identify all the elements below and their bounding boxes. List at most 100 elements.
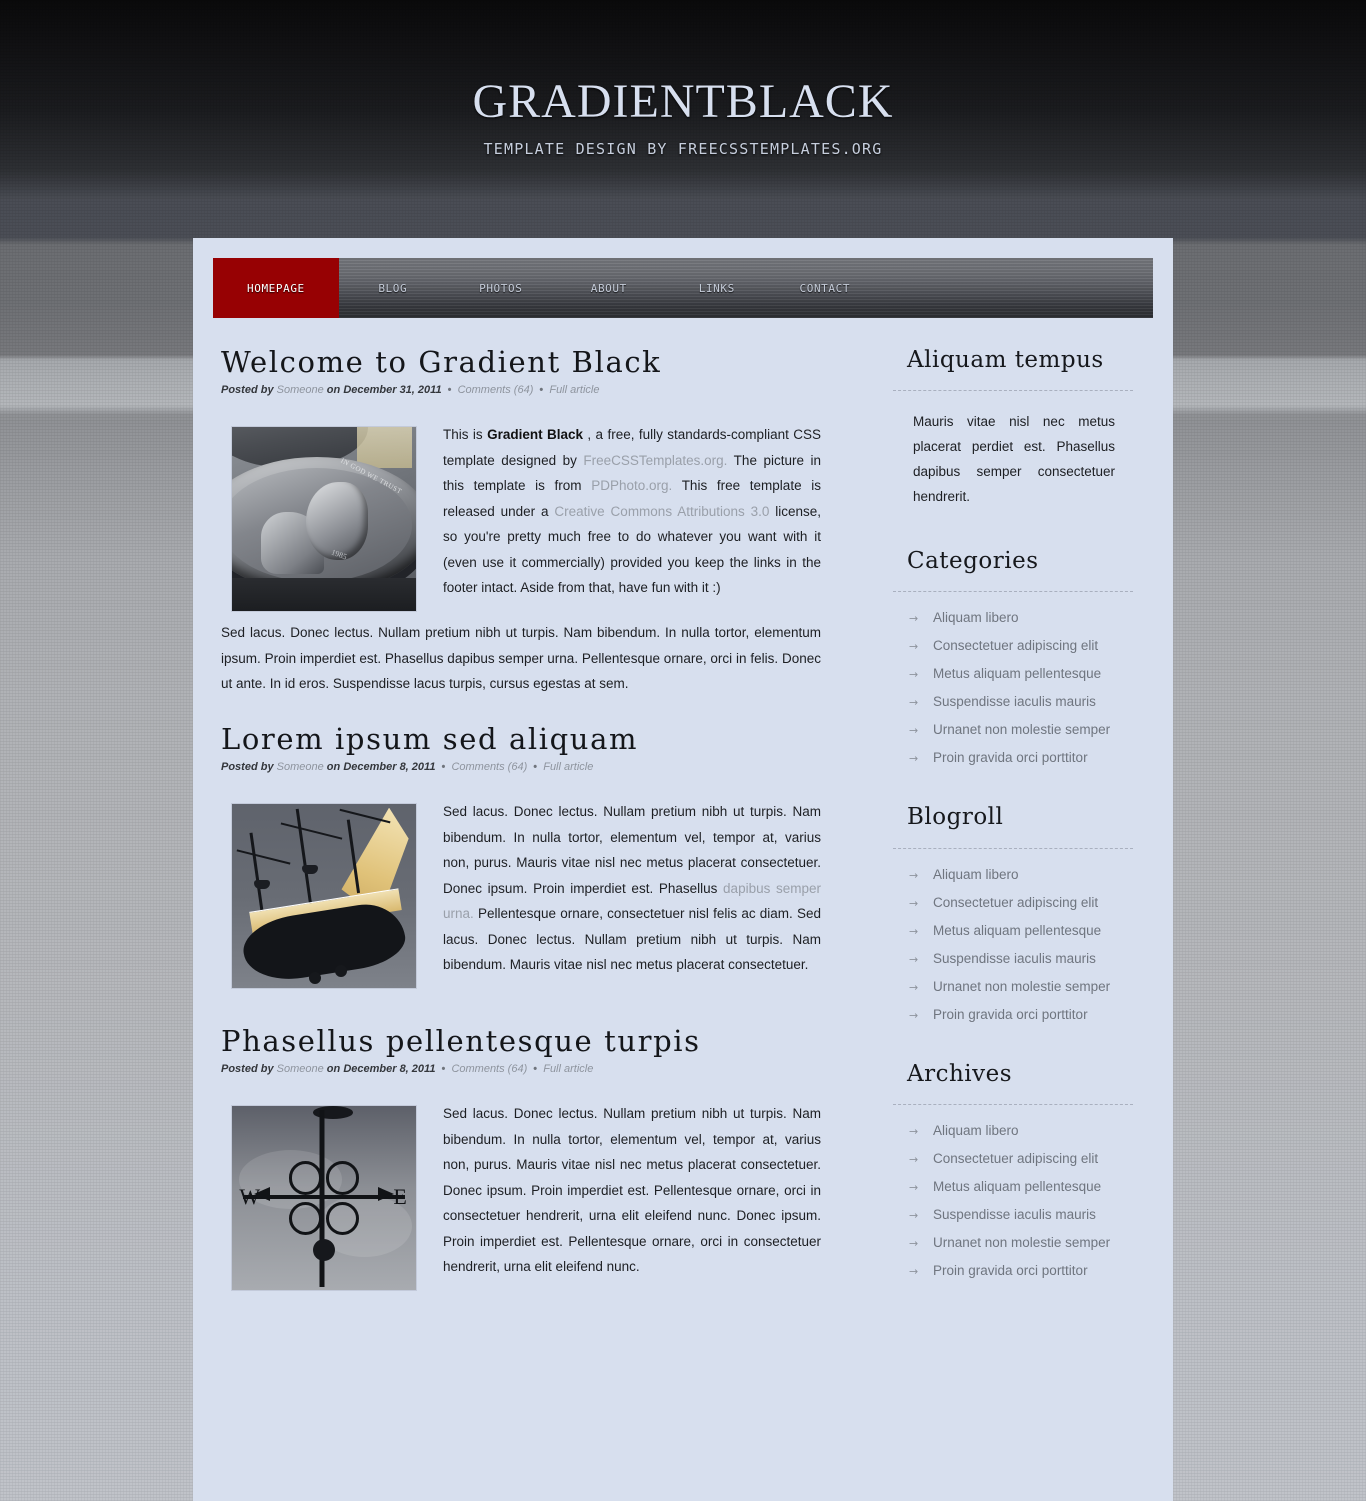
list-item-label[interactable]: Proin gravida orci porttitor bbox=[933, 1007, 1088, 1022]
nav-item-blog[interactable]: BLOG bbox=[339, 258, 447, 318]
arrow-icon: → bbox=[909, 752, 919, 766]
list-item[interactable]: → Suspendisse iaculis mauris bbox=[909, 951, 1133, 966]
list-item[interactable]: → Consectetuer adipiscing elit bbox=[909, 1151, 1133, 1166]
meta-separator: • bbox=[539, 384, 544, 397]
arrow-icon: → bbox=[909, 1008, 919, 1022]
list-item-label[interactable]: Aliquam libero bbox=[933, 610, 1019, 625]
list-item[interactable]: → Urnanet non molestie semper bbox=[909, 1235, 1133, 1250]
arrow-icon: → bbox=[909, 696, 919, 710]
post-author[interactable]: Someone bbox=[277, 761, 324, 773]
post-body: Sed lacus. Donec lectus. Nullam pretium … bbox=[221, 799, 821, 997]
list-item-label[interactable]: Urnanet non molestie semper bbox=[933, 722, 1110, 737]
post-welcome: Welcome to Gradient Black Posted by Some… bbox=[221, 344, 821, 697]
post-lorem-ipsum: Lorem ipsum sed aliquam Posted by Someon… bbox=[221, 721, 821, 997]
arrow-icon: → bbox=[909, 612, 919, 626]
post-paragraph-2: Sed lacus. Donec lectus. Nullam pretium … bbox=[221, 625, 821, 692]
on-label: on bbox=[326, 761, 341, 773]
list-item-label[interactable]: Aliquam libero bbox=[933, 1123, 1019, 1138]
list-item-label[interactable]: Urnanet non molestie semper bbox=[933, 979, 1110, 994]
list-item-label[interactable]: Metus aliquam pellentesque bbox=[933, 666, 1101, 681]
list-item-label[interactable]: Proin gravida orci porttitor bbox=[933, 750, 1088, 765]
meta-separator: • bbox=[441, 1063, 446, 1076]
post-date: December 8, 2011 bbox=[343, 761, 436, 773]
body-text: This is bbox=[443, 427, 488, 443]
arrow-icon: → bbox=[909, 980, 919, 994]
vane-east-label: E bbox=[393, 1183, 407, 1209]
post-full-article-link[interactable]: Full article bbox=[549, 384, 599, 396]
list-item-label[interactable]: Suspendisse iaculis mauris bbox=[933, 694, 1096, 709]
coin-photo: IN GOD WE TRUST 1985 bbox=[231, 426, 417, 613]
arrow-icon: → bbox=[909, 924, 919, 938]
arrow-icon: → bbox=[909, 1152, 919, 1166]
list-item[interactable]: → Proin gravida orci porttitor bbox=[909, 1007, 1133, 1022]
list-item-label[interactable]: Aliquam libero bbox=[933, 867, 1019, 882]
arrow-icon: → bbox=[909, 1264, 919, 1278]
arrow-icon: → bbox=[909, 668, 919, 682]
list-item-label[interactable]: Suspendisse iaculis mauris bbox=[933, 951, 1096, 966]
post-comments-link[interactable]: Comments (64) bbox=[451, 761, 527, 773]
on-label: on bbox=[326, 384, 341, 397]
meta-separator: • bbox=[533, 761, 538, 773]
link-freecsstemplates[interactable]: FreeCSSTemplates.org. bbox=[583, 453, 727, 468]
ship-photo bbox=[231, 803, 417, 989]
list-item[interactable]: → Consectetuer adipiscing elit bbox=[909, 895, 1133, 910]
nav-item-photos[interactable]: PHOTOS bbox=[447, 258, 555, 318]
meta-separator: • bbox=[447, 384, 452, 397]
sidebar-title: Archives bbox=[907, 1060, 1013, 1087]
list-item-label[interactable]: Metus aliquam pellentesque bbox=[933, 923, 1101, 938]
sidebar-list-categories: → Aliquam libero → Consectetuer adipiscing… bbox=[893, 610, 1133, 765]
post-author[interactable]: Someone bbox=[277, 1063, 324, 1075]
site-title: GRADIENTBLACK bbox=[472, 75, 894, 128]
list-item-label[interactable]: Consectetuer adipiscing elit bbox=[933, 638, 1098, 653]
list-item[interactable]: → Proin gravida orci porttitor bbox=[909, 1263, 1133, 1278]
arrow-icon: → bbox=[909, 952, 919, 966]
sidebar: Aliquam tempus Mauris vitae nisl nec met… bbox=[833, 344, 1133, 1314]
list-item[interactable]: → Consectetuer adipiscing elit bbox=[909, 638, 1133, 653]
link-pdphoto[interactable]: PDPhoto.org. bbox=[591, 478, 672, 493]
list-item[interactable]: → Proin gravida orci porttitor bbox=[909, 750, 1133, 765]
post-meta: Posted by Someone on December 8, 2011 • … bbox=[221, 761, 821, 773]
list-item-label[interactable]: Proin gravida orci porttitor bbox=[933, 1263, 1088, 1278]
post-title: Lorem ipsum sed aliquam bbox=[221, 721, 639, 756]
list-item[interactable]: → Aliquam libero bbox=[909, 1123, 1133, 1138]
arrow-icon: → bbox=[909, 640, 919, 654]
list-item[interactable]: → Suspendisse iaculis mauris bbox=[909, 1207, 1133, 1222]
list-item-label[interactable]: Suspendisse iaculis mauris bbox=[933, 1207, 1096, 1222]
body-text: Pellentesque ornare, consectetuer nisl f… bbox=[443, 906, 821, 972]
list-item[interactable]: → Metus aliquam pellentesque bbox=[909, 923, 1133, 938]
arrow-icon: → bbox=[909, 1124, 919, 1138]
sidebar-block-archives: Archives → Aliquam libero → Consectetuer a… bbox=[893, 1058, 1133, 1278]
list-item[interactable]: → Metus aliquam pellentesque bbox=[909, 666, 1133, 681]
list-item-label[interactable]: Consectetuer adipiscing elit bbox=[933, 1151, 1098, 1166]
post-full-article-link[interactable]: Full article bbox=[543, 761, 593, 773]
posted-by-label: Posted by bbox=[221, 761, 274, 773]
post-author[interactable]: Someone bbox=[277, 384, 324, 396]
list-item-label[interactable]: Consectetuer adipiscing elit bbox=[933, 895, 1098, 910]
link-creative-commons[interactable]: Creative Commons Attributions 3.0 bbox=[554, 504, 769, 519]
post-date: December 8, 2011 bbox=[343, 1063, 436, 1076]
nav-item-about[interactable]: ABOUT bbox=[555, 258, 663, 318]
nav-item-homepage[interactable]: HOMEPAGE bbox=[213, 258, 339, 318]
sidebar-block-categories: Categories → Aliquam libero → Consectetuer… bbox=[893, 545, 1133, 765]
list-item-label[interactable]: Metus aliquam pellentesque bbox=[933, 1179, 1101, 1194]
post-comments-link[interactable]: Comments (64) bbox=[458, 384, 534, 396]
post-title: Welcome to Gradient Black bbox=[221, 345, 662, 379]
nav-item-links[interactable]: LINKS bbox=[663, 258, 771, 318]
post-body-secondary: Sed lacus. Donec lectus. Nullam pretium … bbox=[221, 620, 821, 697]
list-item[interactable]: → Suspendisse iaculis mauris bbox=[909, 694, 1133, 709]
arrow-icon: → bbox=[909, 1180, 919, 1194]
list-item[interactable]: → Aliquam libero bbox=[909, 867, 1133, 882]
post-body: IN GOD WE TRUST 1985 This is Gradient Bl… bbox=[221, 422, 821, 620]
nav-item-contact[interactable]: CONTACT bbox=[771, 258, 879, 318]
list-item[interactable]: → Aliquam libero bbox=[909, 610, 1133, 625]
post-date: December 31, 2011 bbox=[343, 384, 442, 397]
sidebar-list-archives: → Aliquam libero → Consectetuer adipiscing… bbox=[893, 1123, 1133, 1278]
arrow-icon: → bbox=[909, 896, 919, 910]
post-full-article-link[interactable]: Full article bbox=[543, 1063, 593, 1075]
list-item[interactable]: → Metus aliquam pellentesque bbox=[909, 1179, 1133, 1194]
list-item-label[interactable]: Urnanet non molestie semper bbox=[933, 1235, 1110, 1250]
post-comments-link[interactable]: Comments (64) bbox=[451, 1063, 527, 1075]
site-tagline: TEMPLATE DESIGN BY FREECSSTEMPLATES.ORG bbox=[483, 140, 883, 158]
list-item[interactable]: → Urnanet non molestie semper bbox=[909, 722, 1133, 737]
list-item[interactable]: → Urnanet non molestie semper bbox=[909, 979, 1133, 994]
